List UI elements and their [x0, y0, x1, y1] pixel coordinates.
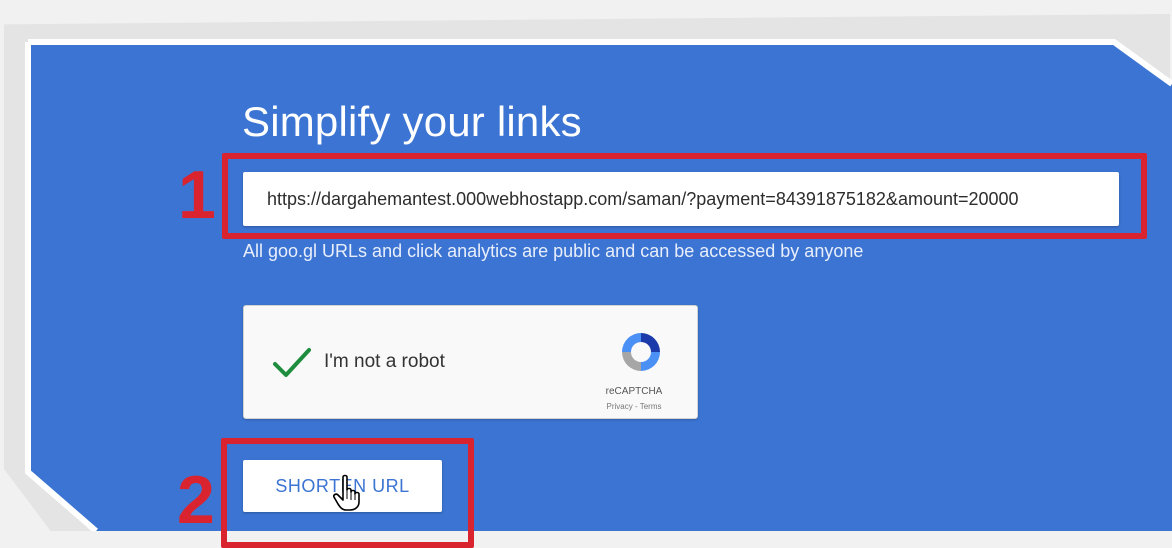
recaptcha-links[interactable]: Privacy - Terms	[584, 402, 684, 411]
annotation-number-2: 2	[177, 462, 215, 538]
recaptcha-logo-icon	[622, 333, 660, 371]
public-notice: All goo.gl URLs and click analytics are …	[243, 241, 864, 261]
main-panel	[28, 42, 1172, 531]
annotation-number-1: 1	[178, 157, 216, 233]
recaptcha-brand: reCAPTCHA	[605, 386, 663, 397]
checkmark-icon[interactable]	[272, 342, 312, 382]
annotation-box-1	[222, 153, 1147, 239]
recaptcha-widget: I'm not a robot reCAPTCHA Privacy - Term…	[243, 305, 698, 419]
annotation-box-2	[221, 438, 474, 548]
page-title: Simplify your links	[242, 98, 582, 145]
captcha-label: I'm not a robot	[324, 351, 445, 372]
